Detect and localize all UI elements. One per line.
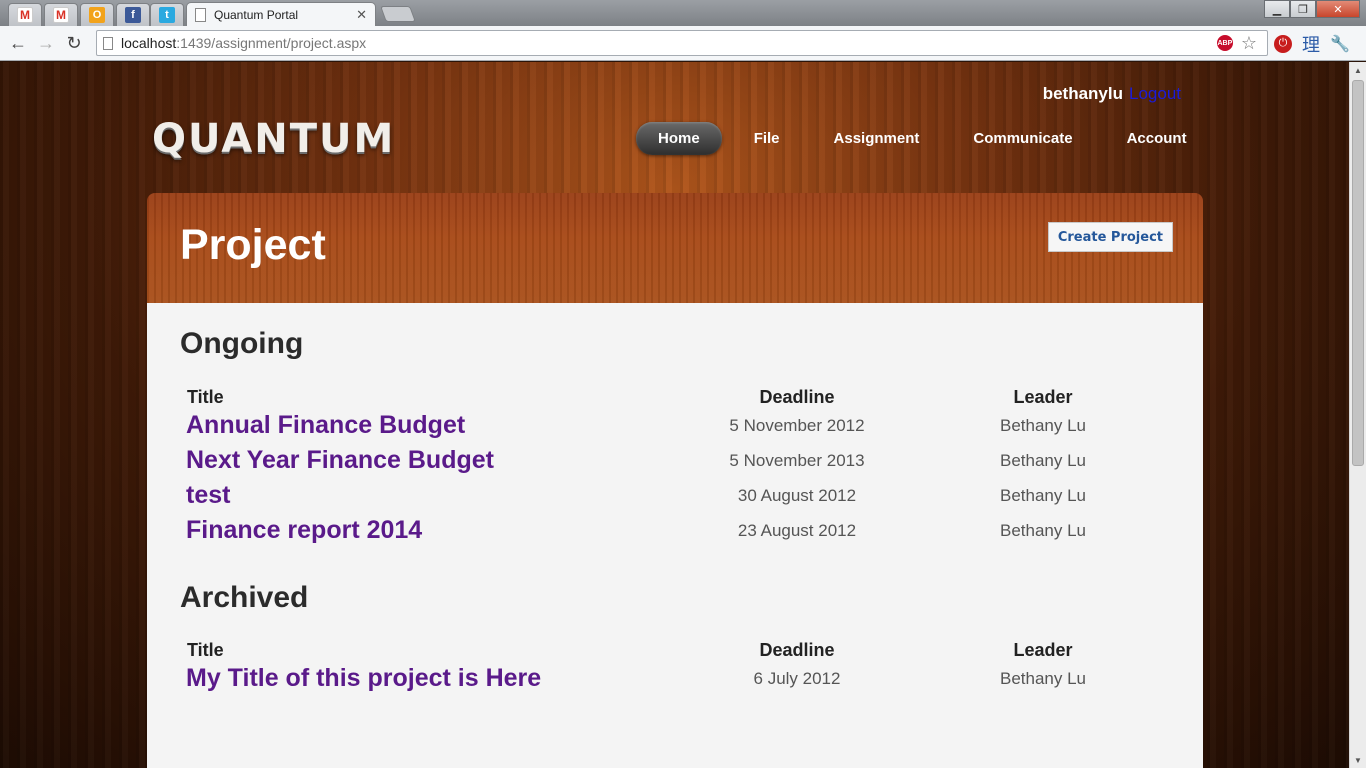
project-link[interactable]: test [186, 481, 230, 510]
page-viewport: bethanylu Logout QUANTUM Home File Assign… [0, 62, 1349, 768]
scroll-up-arrow-icon[interactable]: ▲ [1350, 62, 1366, 78]
minimize-button[interactable]: ▁ [1264, 0, 1290, 18]
facebook-icon: f [125, 7, 141, 23]
ongoing-col-deadline: Deadline [759, 387, 835, 407]
project-link[interactable]: My Title of this project is Here [186, 664, 541, 693]
active-tab[interactable]: Quantum Portal ✕ [186, 2, 376, 26]
table-row: Annual Finance Budget 5 November 2012 Be… [147, 411, 1203, 446]
power-extension-icon[interactable]: ⏻ [1274, 34, 1292, 53]
create-project-button[interactable]: Create Project [1047, 222, 1173, 252]
tab-title: Quantum Portal [214, 7, 299, 22]
reload-icon[interactable]: ↻ [60, 29, 88, 57]
project-link[interactable]: Finance report 2014 [186, 516, 422, 545]
ongoing-col-leader: Leader [1013, 387, 1073, 407]
adblock-icon[interactable]: ABP [1216, 35, 1233, 51]
project-panel: Project Create Project Ongoing Title Dea… [147, 193, 1203, 768]
panel-header: Project Create Project [147, 193, 1203, 303]
pinned-tab-twitter[interactable]: t [150, 3, 184, 26]
forward-arrow-icon[interactable]: → [32, 29, 60, 57]
project-deadline: 5 November 2012 [729, 416, 865, 435]
new-tab-button[interactable] [380, 6, 416, 22]
bookmark-star-icon[interactable]: ☆ [1241, 33, 1257, 54]
pinned-tab-facebook[interactable]: f [116, 3, 150, 26]
pinned-tab-gmail-2[interactable]: M [44, 3, 78, 26]
nav-assignment[interactable]: Assignment [812, 122, 942, 155]
main-nav: Home File Assignment Communicate Account [636, 122, 1187, 155]
project-leader: Bethany Lu [999, 451, 1086, 470]
nav-file[interactable]: File [732, 122, 802, 155]
page-icon [195, 7, 206, 22]
project-deadline: 5 November 2013 [729, 451, 865, 470]
project-leader: Bethany Lu [999, 486, 1086, 505]
ongoing-heading: Ongoing [180, 327, 304, 360]
office-icon: O [89, 7, 105, 23]
table-row: test 30 August 2012 Bethany Lu [147, 481, 1203, 516]
archived-col-leader: Leader [1013, 640, 1073, 660]
project-link[interactable]: Next Year Finance Budget [186, 446, 494, 475]
close-tab-icon[interactable]: ✕ [356, 7, 367, 23]
project-leader: Bethany Lu [999, 669, 1086, 688]
page-icon [103, 36, 113, 50]
extension-toolbar: ⏻ 理 🔧 [1274, 26, 1350, 61]
archived-col-title: Title [187, 640, 224, 660]
url-host: localhost [121, 35, 177, 51]
back-arrow-icon[interactable]: ← [4, 29, 32, 57]
project-deadline: 30 August 2012 [737, 486, 857, 505]
user-bar: bethanylu Logout [1043, 84, 1181, 104]
table-row: Finance report 2014 23 August 2012 Betha… [147, 516, 1203, 551]
quantum-logo[interactable]: QUANTUM [152, 116, 395, 162]
vertical-scrollbar[interactable]: ▲ ▼ [1349, 62, 1366, 768]
translate-extension-icon[interactable]: 理 [1302, 31, 1320, 57]
archived-heading: Archived [180, 581, 309, 614]
address-bar-icons: ABP ☆ [1216, 33, 1257, 54]
project-link[interactable]: Annual Finance Budget [186, 411, 465, 440]
username: bethanylu [1042, 84, 1123, 103]
window-controls: ▁ ❐ ✕ [1264, 0, 1360, 18]
scroll-thumb[interactable] [1352, 80, 1364, 466]
archived-col-deadline: Deadline [759, 640, 835, 660]
address-bar[interactable]: localhost:1439/assignment/project.aspx A… [96, 30, 1268, 56]
scroll-down-arrow-icon[interactable]: ▼ [1350, 752, 1366, 768]
project-deadline: 6 July 2012 [753, 669, 841, 688]
twitter-icon: t [159, 7, 175, 23]
url-path: :1439/assignment/project.aspx [176, 35, 367, 51]
panel-body: Ongoing Title Deadline Leader Annual Fin… [147, 303, 1203, 768]
nav-home[interactable]: Home [636, 122, 722, 155]
window-close-button[interactable]: ✕ [1316, 0, 1360, 18]
pinned-tab-office[interactable]: O [80, 3, 114, 26]
table-row: My Title of this project is Here 6 July … [147, 664, 1203, 699]
wrench-menu-icon[interactable]: 🔧 [1330, 34, 1350, 54]
project-leader: Bethany Lu [999, 521, 1086, 540]
gmail-icon: M [53, 7, 69, 23]
gmail-icon: M [17, 7, 33, 23]
project-deadline: 23 August 2012 [737, 521, 857, 540]
browser-tab-strip: M M O f t Quantum Portal ✕ ▁ ❐ ✕ [0, 0, 1366, 26]
project-leader: Bethany Lu [999, 416, 1086, 435]
pinned-tab-gmail[interactable]: M [8, 3, 42, 26]
logout-link[interactable]: Logout [1129, 84, 1181, 103]
browser-toolbar: ← → ↻ localhost:1439/assignment/project.… [0, 26, 1366, 61]
nav-communicate[interactable]: Communicate [951, 122, 1094, 155]
nav-account[interactable]: Account [1105, 122, 1187, 155]
maximize-button[interactable]: ❐ [1290, 0, 1316, 18]
table-row: Next Year Finance Budget 5 November 2013… [147, 446, 1203, 481]
ongoing-col-title: Title [187, 387, 224, 407]
page-title: Project [180, 221, 326, 269]
